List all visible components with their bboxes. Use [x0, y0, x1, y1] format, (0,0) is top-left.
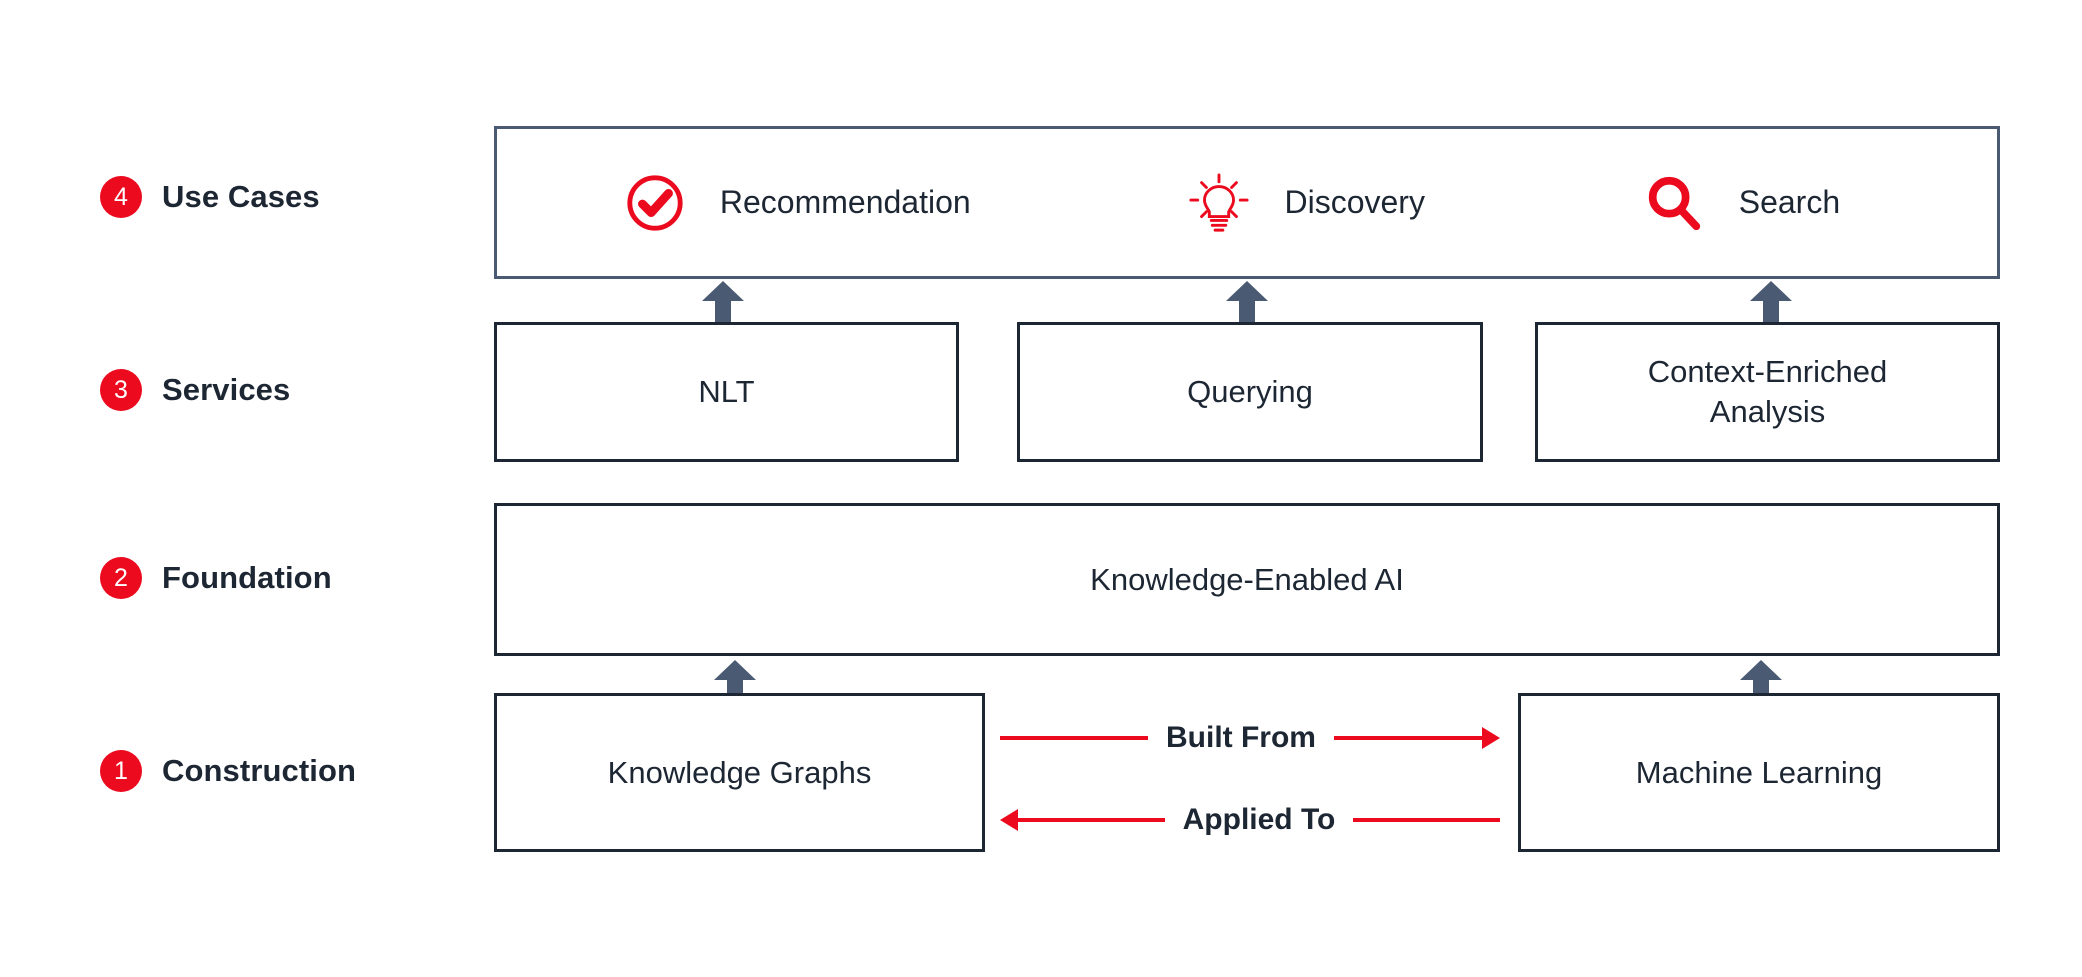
relation-line-right-built-from	[1334, 736, 1482, 740]
use-case-recommendation[interactable]: Recommendation	[624, 172, 971, 234]
use-case-search[interactable]: Search	[1643, 172, 1840, 234]
service-label-nlt: NLT	[698, 374, 755, 410]
construction-label-machine-learning: Machine Learning	[1635, 754, 1883, 790]
relation-line-left-built-from	[1000, 736, 1148, 740]
use-case-label-discovery: Discovery	[1284, 184, 1425, 220]
construction-box-machine-learning[interactable]: Machine Learning	[1518, 693, 2000, 852]
check-circle-icon	[627, 174, 683, 231]
relation-line-right-applied-to	[1353, 818, 1501, 822]
service-box-querying[interactable]: Querying	[1017, 322, 1483, 462]
arrow-analysis-to-use-cases	[1750, 281, 1792, 325]
foundation-box[interactable]: Knowledge-Enabled AI	[494, 503, 2000, 656]
row-label-text-foundation: Foundation	[162, 560, 332, 595]
row-number-badge-1: 1	[100, 750, 142, 792]
service-label-analysis-line1: Context-Enriched	[1647, 354, 1888, 390]
relation-line-left-applied-to	[1018, 818, 1165, 822]
relation-label-built-from: Built From	[1166, 721, 1316, 754]
arrow-knowledge-graphs-to-foundation	[714, 660, 756, 696]
row-number-badge-2: 2	[100, 557, 142, 599]
use-case-label-recommendation: Recommendation	[719, 184, 971, 220]
arrowhead-right-icon	[1482, 727, 1500, 749]
foundation-label: Knowledge-Enabled AI	[1090, 561, 1404, 597]
arrow-machine-learning-to-foundation	[1740, 660, 1782, 696]
magnifier-icon	[1648, 176, 1700, 230]
service-box-context-enriched-analysis[interactable]: Context-Enriched Analysis	[1535, 322, 2000, 462]
service-label-analysis-line2: Analysis	[1709, 394, 1826, 429]
row-number-badge-4: 4	[100, 176, 142, 218]
row-label-use-cases: 4 Use Cases	[100, 170, 320, 224]
construction-box-knowledge-graphs[interactable]: Knowledge Graphs	[494, 693, 985, 852]
row-label-text-use-cases: Use Cases	[162, 179, 320, 214]
arrowhead-left-icon	[1000, 809, 1018, 831]
relation-label-applied-to: Applied To	[1182, 803, 1336, 836]
use-cases-container: Recommendation Discovery Search	[494, 126, 2000, 279]
lightbulb-icon	[1189, 172, 1250, 232]
diagram-canvas: 4 Use Cases 3 Services 2 Foundation 1 Co…	[0, 0, 2082, 977]
row-label-services: 3 Services	[100, 363, 290, 417]
relation-applied-to: Applied To	[1000, 798, 1501, 842]
row-label-construction: 1 Construction	[100, 744, 356, 798]
arrow-querying-to-use-cases	[1226, 281, 1268, 325]
row-label-foundation: 2 Foundation	[100, 551, 332, 605]
row-label-text-services: Services	[162, 372, 291, 407]
service-box-nlt[interactable]: NLT	[494, 322, 959, 462]
row-label-text-construction: Construction	[162, 753, 357, 788]
use-case-discovery[interactable]: Discovery	[1188, 172, 1425, 234]
relation-built-from: Built From	[1000, 716, 1500, 760]
use-case-label-search: Search	[1738, 184, 1841, 220]
construction-label-knowledge-graphs: Knowledge Graphs	[607, 754, 872, 790]
service-label-querying: Querying	[1187, 374, 1313, 410]
row-number-badge-3: 3	[100, 369, 142, 411]
arrow-nlt-to-use-cases	[702, 281, 744, 325]
